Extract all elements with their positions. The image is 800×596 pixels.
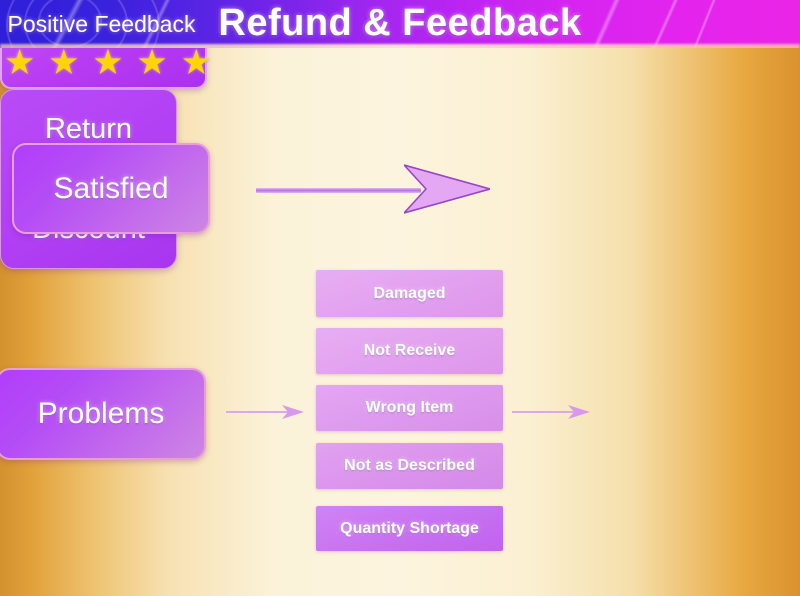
arrow-resolution-head-icon — [568, 405, 590, 419]
problem-box-label: Not Receive — [363, 342, 456, 359]
node-positive-feedback[interactable]: Positive Feedback ★ ★ ★ ★ ★ — [0, 0, 212, 89]
star-icon-2: ★ — [48, 43, 80, 82]
arrow-resolution-shaft — [512, 411, 574, 413]
problem-box-damaged[interactable]: Damaged — [316, 270, 503, 317]
node-satisfied[interactable]: Satisfied — [12, 143, 210, 234]
resolution-line-return: Return — [44, 112, 133, 145]
problem-box-not-receive[interactable]: Not Receive — [316, 328, 503, 374]
problem-box-label: Damaged — [373, 284, 446, 302]
slide-canvas: Refund & Feedback Satisfied Positive Fee… — [0, 0, 800, 596]
arrow-satisfied-head-icon — [404, 164, 490, 214]
arrow-satisfied-shaft — [256, 188, 421, 193]
problem-box-not-as-described[interactable]: Not as Described — [316, 443, 503, 489]
star-icon-1: ★ — [4, 43, 36, 82]
node-problems-label: Problems — [37, 397, 165, 430]
arrow-problems-head-icon — [282, 405, 304, 419]
star-icon-3: ★ — [92, 43, 124, 82]
problem-box-label: Not as Described — [344, 457, 475, 474]
star-icon-5: ★ — [180, 43, 212, 82]
node-satisfied-label: Satisfied — [53, 171, 169, 205]
node-problems[interactable]: Problems — [0, 368, 206, 460]
star-rating: ★ ★ ★ ★ ★ — [4, 45, 212, 80]
arrow-problems-shaft — [226, 411, 288, 413]
star-icon-4: ★ — [136, 43, 168, 82]
problem-box-label: Wrong Item — [365, 399, 454, 416]
problem-box-label: Quantity Shortage — [340, 519, 479, 537]
problem-box-quantity-shortage[interactable]: Quantity Shortage — [316, 506, 503, 551]
problem-box-wrong-item[interactable]: Wrong Item — [316, 385, 503, 431]
node-positive-feedback-label: Positive Feedback — [7, 11, 196, 37]
